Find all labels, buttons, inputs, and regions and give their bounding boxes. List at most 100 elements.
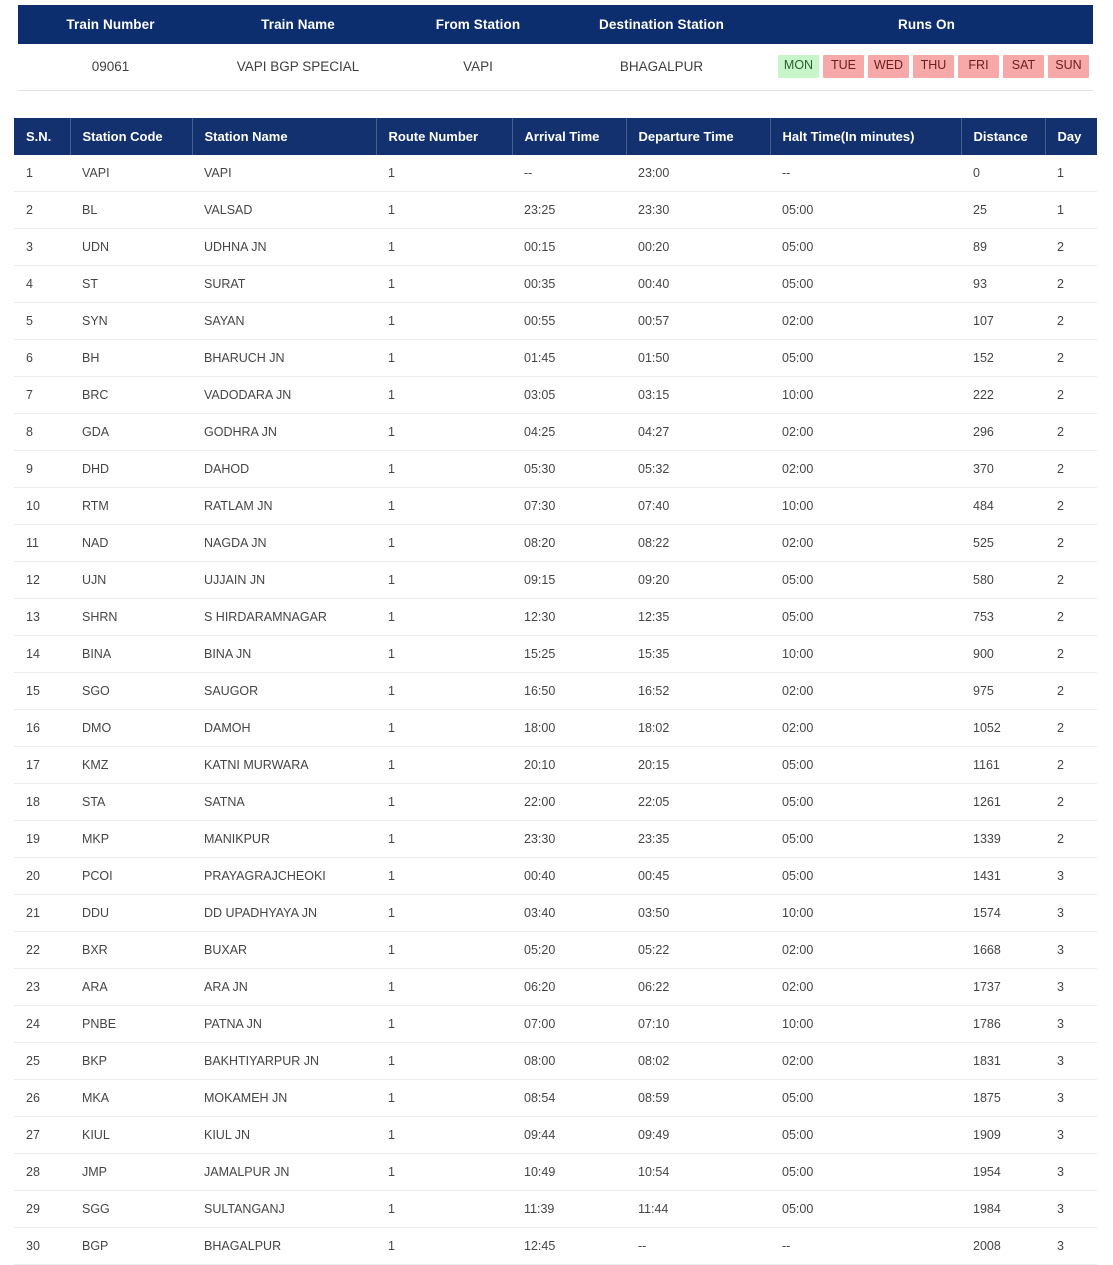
cell-halt-time: 10:00 (770, 894, 961, 932)
cell-distance: 93 (961, 265, 1045, 303)
cell-route-number: 1 (376, 487, 512, 525)
cell-station-code: RTM (70, 487, 192, 525)
cell-day: 2 (1045, 561, 1097, 599)
cell-halt-time: 02:00 (770, 968, 961, 1006)
from-station-value: VAPI (393, 44, 563, 91)
cell-day: 3 (1045, 1227, 1097, 1265)
cell-day: 3 (1045, 931, 1097, 969)
cell-halt-time: 10:00 (770, 635, 961, 673)
cell-station-code: DHD (70, 450, 192, 488)
cell-departure-time: 07:40 (626, 487, 770, 525)
table-row: 25 BKP BAKHTIYARPUR JN 1 08:00 08:02 02:00 1831… (14, 1042, 1097, 1080)
cell-station-name: PRAYAGRAJCHEOKI (192, 857, 376, 895)
cell-sn: 23 (14, 968, 70, 1006)
cell-distance: 1831 (961, 1042, 1045, 1080)
cell-day: 3 (1045, 1079, 1097, 1117)
cell-day: 3 (1045, 968, 1097, 1006)
table-row: 18 STA SATNA 1 22:00 22:05 05:00 1261 2 (14, 783, 1097, 821)
cell-halt-time: 05:00 (770, 561, 961, 599)
cell-distance: 107 (961, 302, 1045, 340)
cell-station-code: KIUL (70, 1116, 192, 1154)
cell-halt-time: 10:00 (770, 1005, 961, 1043)
cell-station-name: NAGDA JN (192, 524, 376, 562)
cell-distance: 152 (961, 339, 1045, 377)
cell-sn: 18 (14, 783, 70, 821)
table-row: 19 MKP MANIKPUR 1 23:30 23:35 05:00 1339 2 (14, 820, 1097, 858)
cell-distance: 1161 (961, 746, 1045, 784)
route-header-row: S.N. Station Code Station Name Route Number… (14, 117, 1097, 155)
table-row: 30 BGP BHAGALPUR 1 12:45 -- -- 2008 3 (14, 1227, 1097, 1265)
cell-day: 2 (1045, 450, 1097, 488)
table-row: 3 UDN UDHNA JN 1 00:15 00:20 05:00 89 2 (14, 228, 1097, 266)
cell-station-code: PNBE (70, 1005, 192, 1043)
cell-station-name: GODHRA JN (192, 413, 376, 451)
table-row: 14 BINA BINA JN 1 15:25 15:35 10:00 900 2 (14, 635, 1097, 673)
cell-arrival-time: 20:10 (512, 746, 626, 784)
cell-departure-time: 08:02 (626, 1042, 770, 1080)
cell-day: 3 (1045, 1153, 1097, 1191)
cell-distance: 1875 (961, 1079, 1045, 1117)
cell-arrival-time: 08:00 (512, 1042, 626, 1080)
cell-day: 3 (1045, 1042, 1097, 1080)
cell-departure-time: 08:22 (626, 524, 770, 562)
cell-arrival-time: 23:30 (512, 820, 626, 858)
cell-station-name: BAKHTIYARPUR JN (192, 1042, 376, 1080)
table-row: 4 ST SURAT 1 00:35 00:40 05:00 93 2 (14, 265, 1097, 303)
cell-arrival-time: 18:00 (512, 709, 626, 747)
cell-arrival-time: 03:05 (512, 376, 626, 414)
cell-departure-time: 15:35 (626, 635, 770, 673)
cell-sn: 14 (14, 635, 70, 673)
cell-route-number: 1 (376, 302, 512, 340)
cell-station-name: VADODARA JN (192, 376, 376, 414)
day-badge-mon: MON (778, 55, 819, 78)
cell-halt-time: 02:00 (770, 672, 961, 710)
cell-sn: 15 (14, 672, 70, 710)
cell-station-code: UDN (70, 228, 192, 266)
cell-route-number: 1 (376, 598, 512, 636)
table-row: 21 DDU DD UPADHYAYA JN 1 03:40 03:50 10:00 1574… (14, 894, 1097, 932)
cell-station-code: DMO (70, 709, 192, 747)
cell-halt-time: 02:00 (770, 450, 961, 488)
cell-distance: 1954 (961, 1153, 1045, 1191)
cell-halt-time: 05:00 (770, 228, 961, 266)
cell-arrival-time: 04:25 (512, 413, 626, 451)
cell-sn: 17 (14, 746, 70, 784)
cell-station-name: BUXAR (192, 931, 376, 969)
cell-arrival-time: 12:45 (512, 1227, 626, 1265)
cell-arrival-time: 03:40 (512, 894, 626, 932)
cell-sn: 7 (14, 376, 70, 414)
cell-sn: 9 (14, 450, 70, 488)
cell-day: 2 (1045, 302, 1097, 340)
cell-station-code: SGG (70, 1190, 192, 1228)
cell-departure-time: 23:00 (626, 154, 770, 192)
cell-sn: 30 (14, 1227, 70, 1265)
cell-route-number: 1 (376, 635, 512, 673)
cell-distance: 1909 (961, 1116, 1045, 1154)
cell-day: 3 (1045, 1190, 1097, 1228)
table-row: 28 JMP JAMALPUR JN 1 10:49 10:54 05:00 1954 3 (14, 1153, 1097, 1191)
cell-halt-time: 05:00 (770, 1153, 961, 1191)
cell-station-name: SATNA (192, 783, 376, 821)
cell-halt-time: 05:00 (770, 598, 961, 636)
cell-route-number: 1 (376, 1042, 512, 1080)
summary-header-row: Train Number Train Name From Station Des… (18, 5, 1093, 44)
table-row: 26 MKA MOKAMEH JN 1 08:54 08:59 05:00 1875 3 (14, 1079, 1097, 1117)
cell-day: 2 (1045, 228, 1097, 266)
cell-halt-time: 10:00 (770, 487, 961, 525)
cell-station-code: BRC (70, 376, 192, 414)
cell-station-name: BINA JN (192, 635, 376, 673)
cell-departure-time: 22:05 (626, 783, 770, 821)
cell-departure-time: 07:10 (626, 1005, 770, 1043)
summary-header-train-name: Train Name (203, 5, 393, 44)
cell-route-number: 1 (376, 857, 512, 895)
cell-departure-time: 23:30 (626, 191, 770, 229)
cell-departure-time: 11:44 (626, 1190, 770, 1228)
cell-departure-time: 00:57 (626, 302, 770, 340)
cell-distance: 296 (961, 413, 1045, 451)
cell-station-name: SAUGOR (192, 672, 376, 710)
cell-departure-time: 00:20 (626, 228, 770, 266)
cell-distance: 89 (961, 228, 1045, 266)
cell-distance: 1984 (961, 1190, 1045, 1228)
cell-route-number: 1 (376, 1116, 512, 1154)
cell-departure-time: 09:20 (626, 561, 770, 599)
